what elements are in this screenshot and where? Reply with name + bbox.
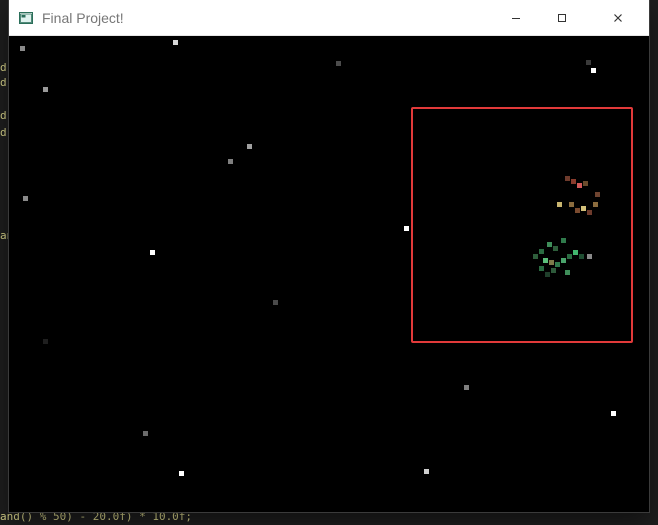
code-line: d — [0, 126, 7, 139]
particle — [150, 250, 155, 255]
code-line: and() % 50) - 20.0f) * 10.0f; — [0, 510, 193, 523]
code-line: d — [0, 76, 7, 89]
app-window: Final Project! — [9, 0, 649, 512]
particle — [586, 60, 591, 65]
maximize-icon — [558, 14, 566, 22]
particle — [43, 339, 48, 344]
close-button[interactable] — [595, 0, 641, 36]
particle — [424, 469, 429, 474]
particle — [273, 300, 278, 305]
particle — [228, 159, 233, 164]
particle — [611, 411, 616, 416]
particle — [23, 196, 28, 201]
code-line: d — [0, 109, 7, 122]
particle — [20, 46, 25, 51]
render-canvas[interactable] — [9, 36, 649, 512]
particle — [591, 68, 596, 73]
particle — [179, 471, 184, 476]
particle — [336, 61, 341, 66]
maximize-button[interactable] — [539, 0, 585, 36]
app-icon — [19, 12, 33, 24]
particle — [247, 144, 252, 149]
particle — [173, 40, 178, 45]
minimize-icon — [512, 18, 520, 19]
code-line: d — [0, 61, 7, 74]
window-title: Final Project! — [42, 10, 124, 26]
particle — [404, 226, 409, 231]
title-bar[interactable]: Final Project! — [9, 0, 649, 36]
close-icon — [614, 14, 622, 22]
particle — [143, 431, 148, 436]
selection-rectangle — [411, 107, 633, 343]
minimize-button[interactable] — [493, 0, 539, 36]
particle — [43, 87, 48, 92]
particle — [464, 385, 469, 390]
